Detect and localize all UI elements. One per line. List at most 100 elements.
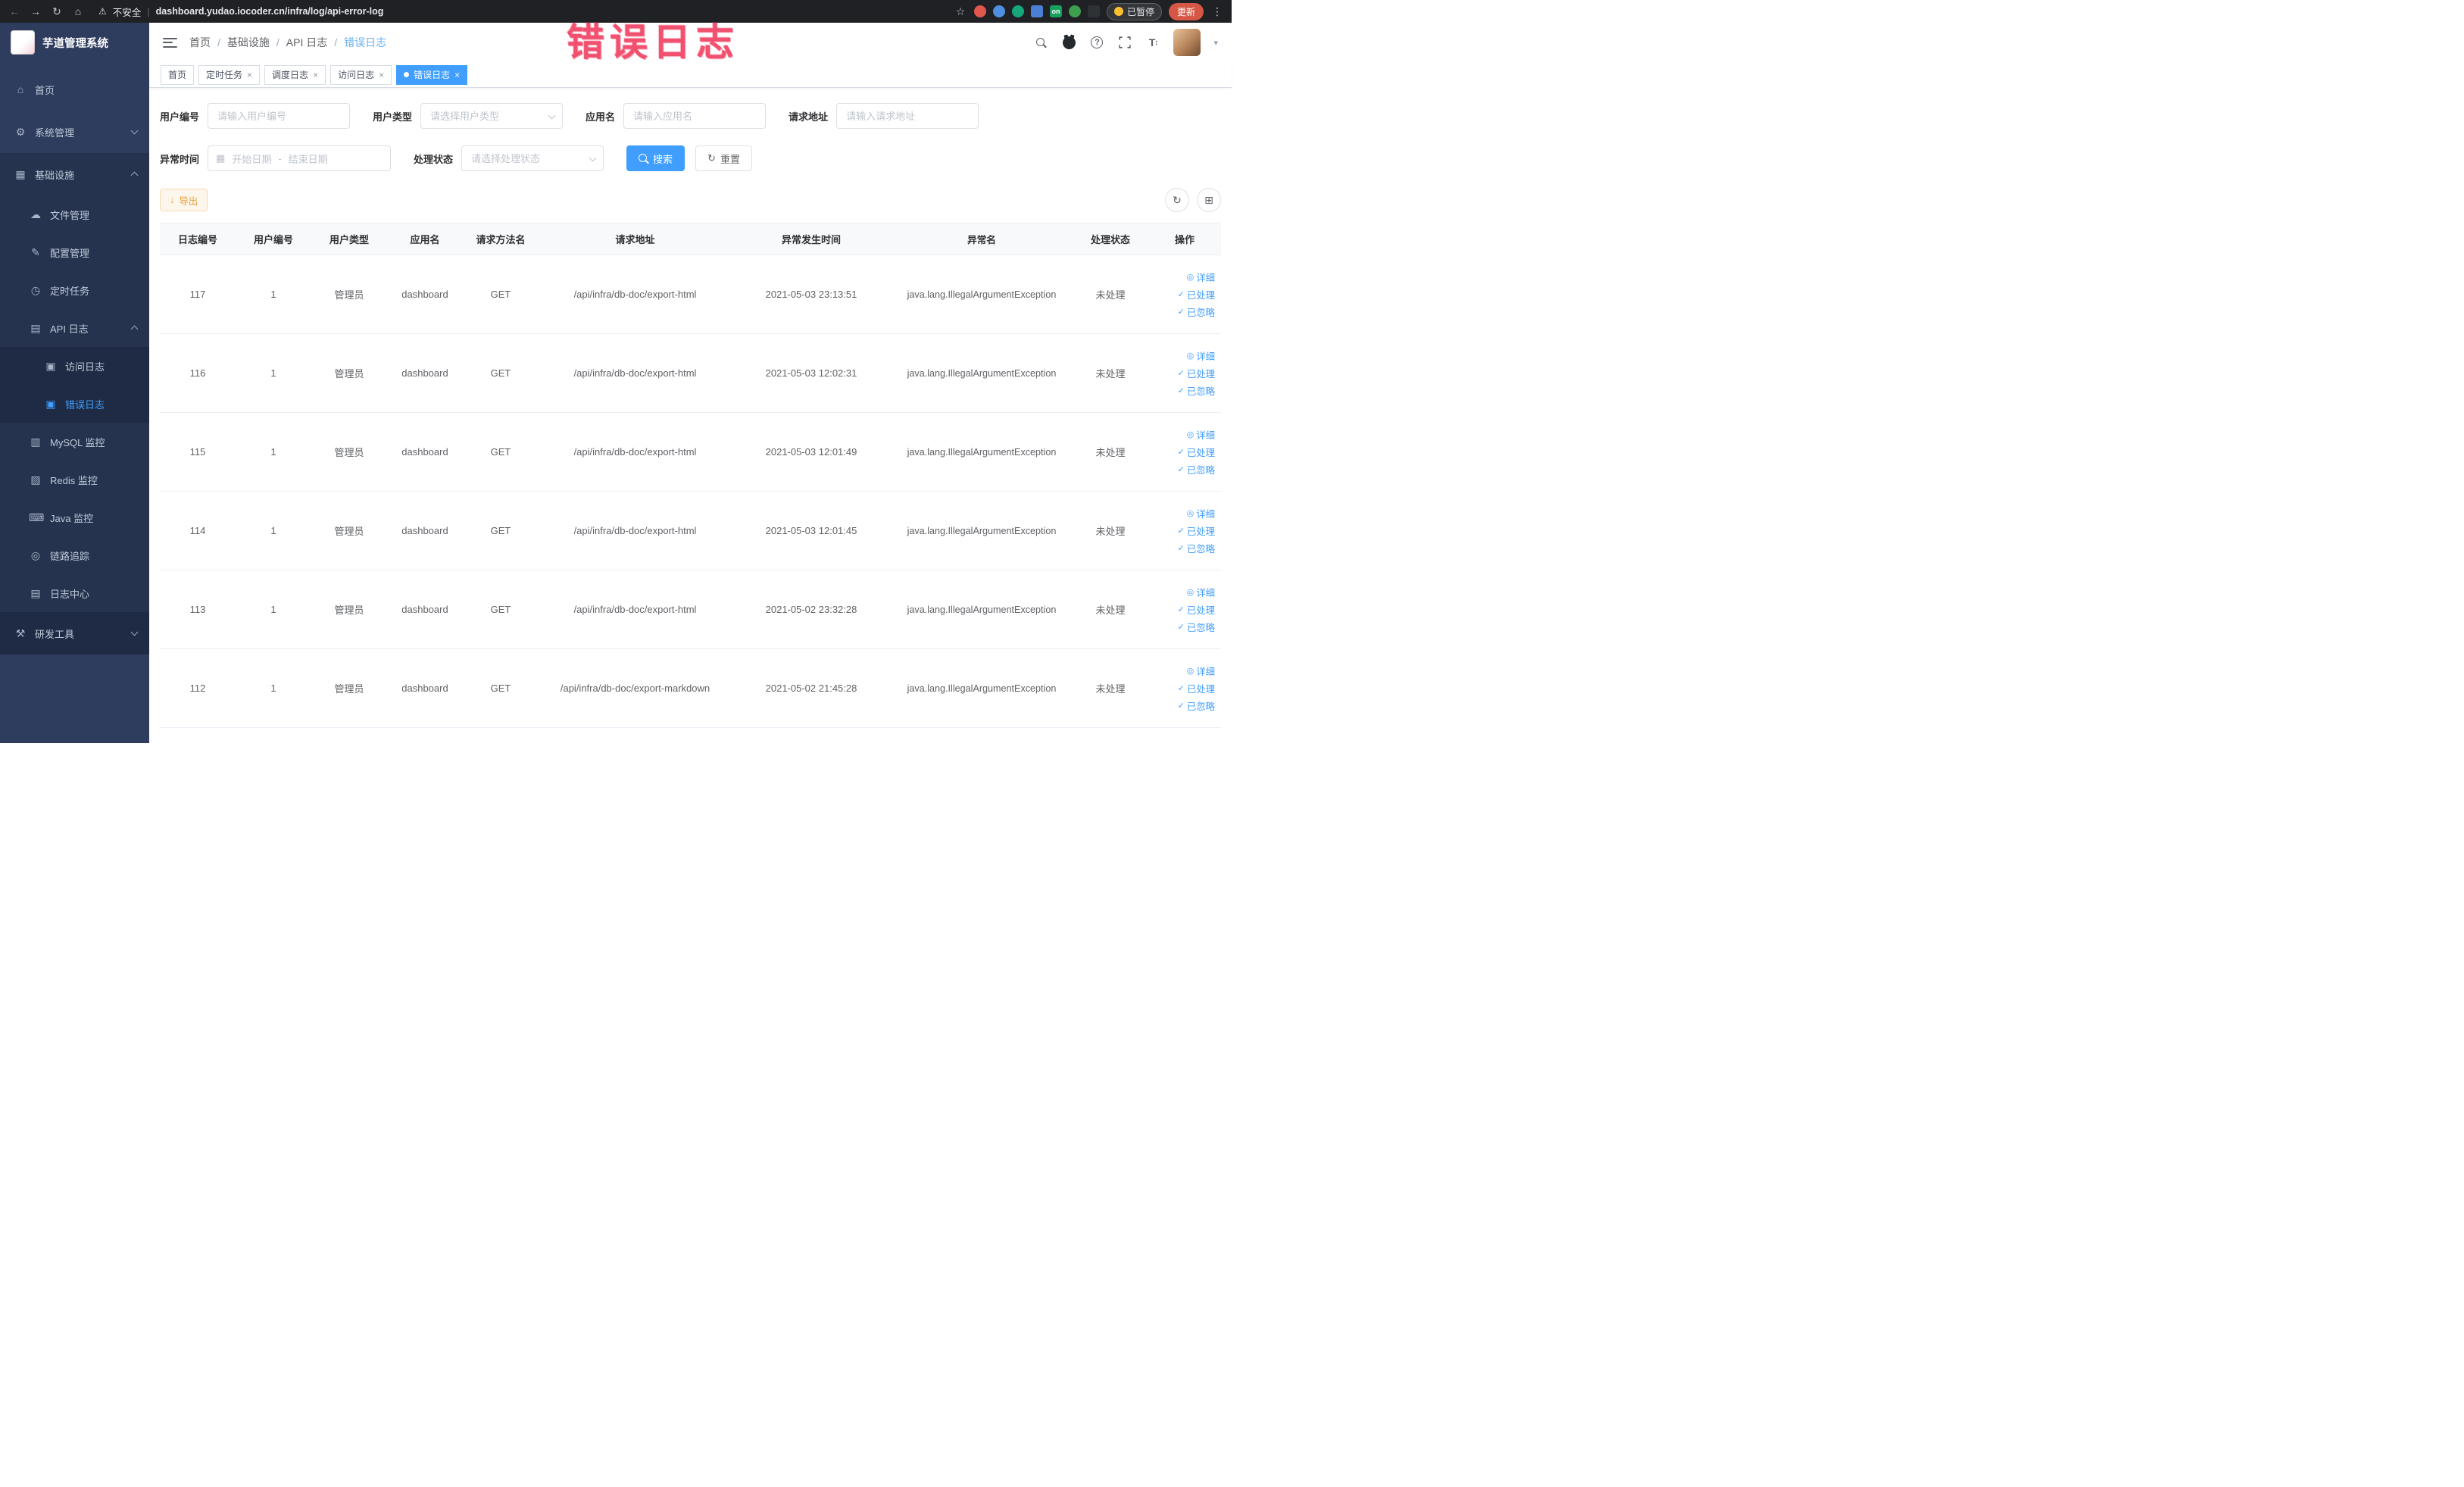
search-icon[interactable] bbox=[1033, 35, 1048, 50]
breadcrumb-item[interactable]: API 日志 bbox=[286, 35, 327, 50]
column-header: 用户类型 bbox=[329, 234, 369, 245]
sidebar-item-java[interactable]: ⌨ Java 监控 bbox=[0, 498, 149, 536]
process-status-select-input[interactable] bbox=[461, 145, 604, 171]
ignored-link[interactable]: ✓ 已忽略 bbox=[1178, 463, 1215, 476]
processed-link[interactable]: ✓ 已处理 bbox=[1178, 524, 1215, 538]
sidebar-item-job[interactable]: ◷ 定时任务 bbox=[0, 271, 149, 309]
fullscreen-icon[interactable] bbox=[1117, 35, 1132, 50]
extension-on-icon[interactable]: on bbox=[1049, 5, 1062, 17]
date-start-placeholder: 开始日期 bbox=[232, 153, 272, 165]
check-icon: ✓ bbox=[1177, 369, 1185, 378]
processed-link[interactable]: ✓ 已处理 bbox=[1178, 288, 1215, 301]
close-icon[interactable]: × bbox=[379, 70, 384, 80]
sidebar-item-trace[interactable]: ◎ 链路追踪 bbox=[0, 536, 149, 574]
extension-icon[interactable] bbox=[992, 5, 1005, 17]
extension-icon[interactable] bbox=[1011, 5, 1024, 17]
sidebar-item-dev-tools[interactable]: ⚒ 研发工具 bbox=[0, 612, 149, 654]
processed-link[interactable]: ✓ 已处理 bbox=[1178, 682, 1215, 695]
app-name-input[interactable] bbox=[623, 103, 767, 129]
process-status-select[interactable] bbox=[461, 145, 604, 171]
close-icon[interactable]: × bbox=[313, 70, 318, 80]
close-icon[interactable]: × bbox=[247, 70, 252, 80]
user-type-select[interactable] bbox=[420, 103, 564, 129]
cell-request-url: /api/infra/db-doc/export-html bbox=[573, 367, 697, 379]
update-button[interactable]: 更新 bbox=[1168, 2, 1204, 20]
tab-access-log[interactable]: 访问日志 × bbox=[330, 64, 392, 85]
home-icon[interactable]: ⌂ bbox=[71, 5, 85, 17]
sidebar-item-redis[interactable]: ▨ Redis 监控 bbox=[0, 461, 149, 498]
close-icon[interactable]: × bbox=[454, 70, 460, 80]
doc-icon: ▣ bbox=[45, 397, 56, 410]
detail-link[interactable]: ◎ 详细 bbox=[1187, 664, 1215, 678]
github-icon[interactable] bbox=[1061, 35, 1076, 50]
breadcrumb-item[interactable]: 基础设施 bbox=[227, 35, 270, 50]
processed-link[interactable]: ✓ 已处理 bbox=[1178, 445, 1215, 459]
sidebar-item-mysql[interactable]: ▥ MySQL 监控 bbox=[0, 423, 149, 461]
font-size-icon[interactable]: T ↕ bbox=[1145, 35, 1160, 50]
sidebar-item-label: Redis 监控 bbox=[50, 474, 98, 486]
user-menu-caret-icon[interactable]: ▾ bbox=[1213, 38, 1218, 48]
sidebar-item-access-log[interactable]: ▣ 访问日志 bbox=[0, 347, 149, 385]
active-dot-icon bbox=[404, 72, 410, 77]
cell-exception-time: 2021-05-02 21:45:28 bbox=[765, 683, 857, 694]
extension-icon[interactable] bbox=[1030, 5, 1043, 17]
refresh-button[interactable]: ↻ bbox=[1165, 188, 1189, 212]
detail-link[interactable]: ◎ 详细 bbox=[1187, 586, 1215, 599]
back-icon[interactable]: ← bbox=[8, 5, 21, 17]
address-bar[interactable]: ⚠ 不安全 | dashboard.yudao.iocoder.cn/infra… bbox=[98, 5, 946, 19]
gear-icon: ⚙ bbox=[15, 125, 26, 138]
sidebar-item-api-log[interactable]: ▤ API 日志 bbox=[0, 309, 149, 347]
sidebar-item-system[interactable]: ⚙ 系统管理 bbox=[0, 111, 149, 153]
forward-icon[interactable]: → bbox=[29, 5, 42, 17]
cell-user-type: 管理员 bbox=[334, 683, 364, 695]
export-button[interactable]: ↓ 导出 bbox=[160, 189, 208, 211]
sidebar-item-label: API 日志 bbox=[50, 323, 89, 335]
sidebar-item-config[interactable]: ✎ 配置管理 bbox=[0, 233, 149, 271]
column-settings-button[interactable]: ⊞ bbox=[1197, 188, 1221, 212]
cell-method: GET bbox=[490, 525, 511, 536]
sidebar-item-file[interactable]: ☁ 文件管理 bbox=[0, 195, 149, 233]
bookmark-star-icon[interactable]: ☆ bbox=[954, 5, 967, 18]
cell-app-name: dashboard bbox=[401, 289, 448, 300]
column-header: 操作 bbox=[1174, 234, 1195, 245]
tab-error-log[interactable]: 错误日志 × bbox=[396, 64, 468, 85]
sidebar-toggle-icon[interactable] bbox=[163, 37, 177, 48]
reset-button[interactable]: ↻ 重置 bbox=[695, 145, 752, 171]
ignored-link[interactable]: ✓ 已忽略 bbox=[1178, 699, 1215, 713]
ignored-link[interactable]: ✓ 已忽略 bbox=[1178, 305, 1215, 319]
tab-job[interactable]: 定时任务 × bbox=[198, 64, 261, 85]
ignored-link[interactable]: ✓ 已忽略 bbox=[1178, 542, 1215, 555]
detail-link[interactable]: ◎ 详细 bbox=[1187, 507, 1215, 520]
help-icon[interactable]: ? bbox=[1089, 35, 1104, 50]
user-id-input[interactable] bbox=[208, 103, 351, 129]
browser-menu-icon[interactable]: ⋮ bbox=[1210, 5, 1224, 18]
date-range-picker[interactable]: ▦ 开始日期 - 结束日期 bbox=[208, 145, 392, 171]
sidebar-item-log-center[interactable]: ▤ 日志中心 bbox=[0, 574, 149, 612]
detail-link[interactable]: ◎ 详细 bbox=[1187, 270, 1215, 284]
user-type-select-input[interactable] bbox=[420, 103, 564, 129]
search-button[interactable]: 搜索 bbox=[626, 145, 685, 171]
processed-link[interactable]: ✓ 已处理 bbox=[1178, 603, 1215, 617]
chevron-up-icon bbox=[130, 325, 139, 333]
sidebar-item-error-log[interactable]: ▣ 错误日志 bbox=[0, 385, 149, 423]
breadcrumb-item[interactable]: 首页 bbox=[189, 35, 211, 50]
tab-home[interactable]: 首页 bbox=[161, 64, 195, 85]
tab-job-log[interactable]: 调度日志 × bbox=[264, 64, 326, 85]
puzzle-extension-icon[interactable] bbox=[1087, 5, 1100, 17]
sidebar-item-infra[interactable]: ▦ 基础设施 bbox=[0, 153, 149, 195]
processed-link[interactable]: ✓ 已处理 bbox=[1178, 367, 1215, 380]
sidebar-item-home[interactable]: ⌂ 首页 bbox=[0, 68, 149, 111]
table-header: 日志编号 用户编号 用户类型 应用名 请求方法名 请求地址 异常发生时间 异常名… bbox=[160, 223, 1221, 255]
ignored-link[interactable]: ✓ 已忽略 bbox=[1178, 384, 1215, 398]
reload-icon[interactable]: ↻ bbox=[50, 5, 64, 18]
detail-link[interactable]: ◎ 详细 bbox=[1187, 349, 1215, 363]
extension-icon[interactable] bbox=[973, 5, 986, 17]
extension-icon[interactable] bbox=[1068, 5, 1081, 17]
cell-status: 未处理 bbox=[1095, 447, 1126, 458]
user-avatar[interactable] bbox=[1173, 29, 1201, 56]
detail-link[interactable]: ◎ 详细 bbox=[1187, 428, 1215, 442]
ignored-link[interactable]: ✓ 已忽略 bbox=[1178, 620, 1215, 634]
logo[interactable]: 芋道管理系统 bbox=[0, 23, 149, 62]
request-url-input[interactable] bbox=[836, 103, 979, 129]
paused-badge[interactable]: 已暂停 bbox=[1106, 2, 1162, 20]
